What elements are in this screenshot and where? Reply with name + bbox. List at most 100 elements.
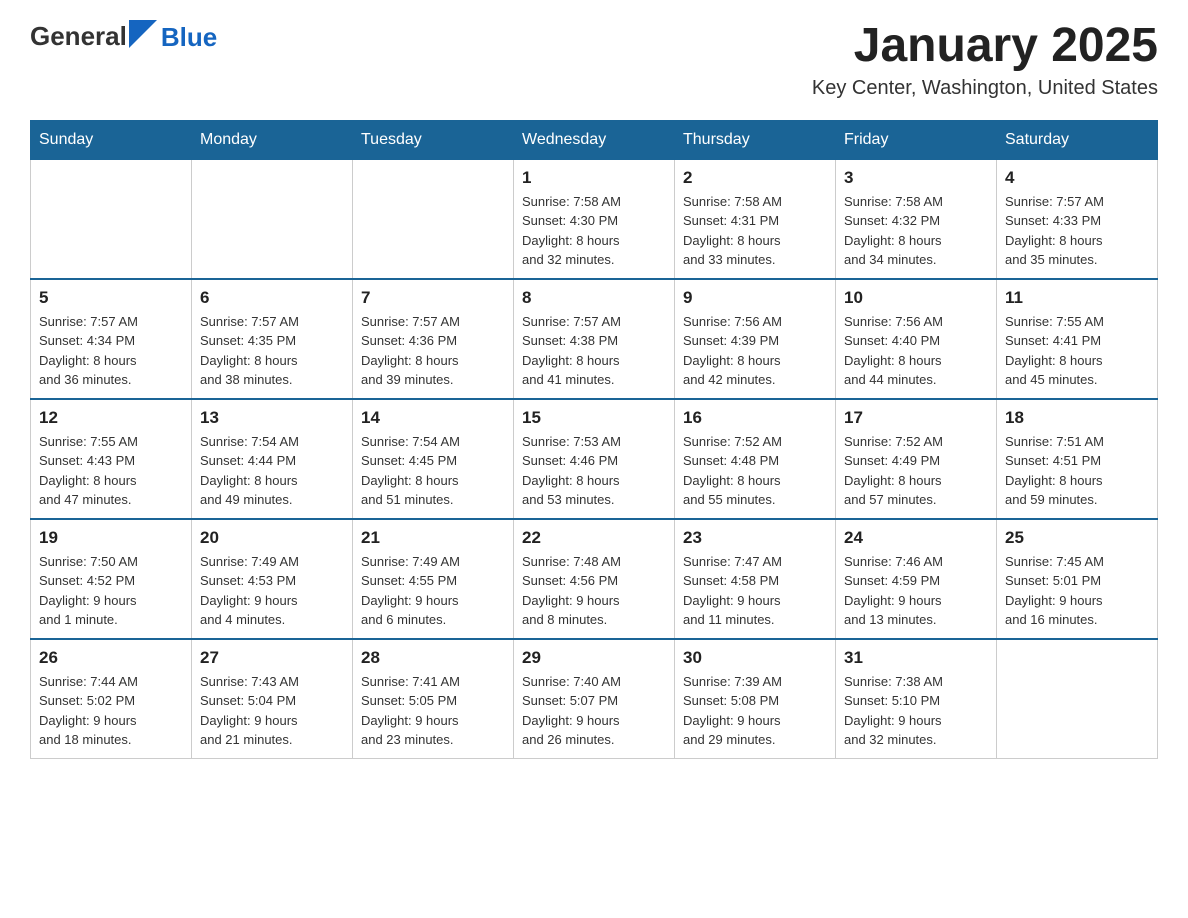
day-info: Sunrise: 7:48 AM Sunset: 4:56 PM Dayligh… xyxy=(522,552,666,630)
logo-triangle-icon xyxy=(129,20,157,48)
calendar-cell: 28 Sunrise: 7:41 AM Sunset: 5:05 PM Dayli… xyxy=(353,639,514,759)
day-number: 6 xyxy=(200,288,344,308)
calendar-cell: 31 Sunrise: 7:38 AM Sunset: 5:10 PM Dayli… xyxy=(836,639,997,759)
month-title: January 2025 xyxy=(812,20,1158,73)
calendar-cell: 3 Sunrise: 7:58 AM Sunset: 4:32 PM Daylig… xyxy=(836,159,997,279)
day-number: 4 xyxy=(1005,168,1149,188)
day-info: Sunrise: 7:40 AM Sunset: 5:07 PM Dayligh… xyxy=(522,672,666,750)
calendar-day-header: Sunday xyxy=(31,120,192,159)
calendar-table: SundayMondayTuesdayWednesdayThursdayFrid… xyxy=(30,120,1158,759)
day-info: Sunrise: 7:54 AM Sunset: 4:45 PM Dayligh… xyxy=(361,432,505,510)
calendar-cell: 13Sunrise: 7:54 AM Sunset: 4:44 PM Dayli… xyxy=(192,399,353,519)
logo: General Blue xyxy=(30,20,217,53)
logo-blue-text: Blue xyxy=(161,22,217,52)
calendar-cell: 21Sunrise: 7:49 AM Sunset: 4:55 PM Dayli… xyxy=(353,519,514,639)
calendar-cell: 17 Sunrise: 7:52 AM Sunset: 4:49 PM Dayli… xyxy=(836,399,997,519)
day-info: Sunrise: 7:57 AM Sunset: 4:34 PM Dayligh… xyxy=(39,312,183,390)
calendar-cell: 30 Sunrise: 7:39 AM Sunset: 5:08 PM Dayli… xyxy=(675,639,836,759)
day-number: 12 xyxy=(39,408,183,428)
day-number: 16 xyxy=(683,408,827,428)
calendar-cell xyxy=(353,159,514,279)
day-number: 2 xyxy=(683,168,827,188)
calendar-day-header: Friday xyxy=(836,120,997,159)
calendar-cell: 15 Sunrise: 7:53 AM Sunset: 4:46 PM Dayli… xyxy=(514,399,675,519)
calendar-day-header: Tuesday xyxy=(353,120,514,159)
calendar-cell: 5Sunrise: 7:57 AM Sunset: 4:34 PM Daylig… xyxy=(31,279,192,399)
day-number: 25 xyxy=(1005,528,1149,548)
day-info: Sunrise: 7:46 AM Sunset: 4:59 PM Dayligh… xyxy=(844,552,988,630)
day-info: Sunrise: 7:49 AM Sunset: 4:53 PM Dayligh… xyxy=(200,552,344,630)
location-title: Key Center, Washington, United States xyxy=(812,77,1158,100)
day-number: 31 xyxy=(844,648,988,668)
calendar-week-row: 5Sunrise: 7:57 AM Sunset: 4:34 PM Daylig… xyxy=(31,279,1158,399)
day-info: Sunrise: 7:57 AM Sunset: 4:35 PM Dayligh… xyxy=(200,312,344,390)
day-info: Sunrise: 7:56 AM Sunset: 4:40 PM Dayligh… xyxy=(844,312,988,390)
calendar-cell: 25 Sunrise: 7:45 AM Sunset: 5:01 PM Dayli… xyxy=(997,519,1158,639)
day-info: Sunrise: 7:45 AM Sunset: 5:01 PM Dayligh… xyxy=(1005,552,1149,630)
day-number: 28 xyxy=(361,648,505,668)
day-number: 3 xyxy=(844,168,988,188)
day-number: 17 xyxy=(844,408,988,428)
day-info: Sunrise: 7:58 AM Sunset: 4:32 PM Dayligh… xyxy=(844,192,988,270)
calendar-cell: 16 Sunrise: 7:52 AM Sunset: 4:48 PM Dayli… xyxy=(675,399,836,519)
day-number: 22 xyxy=(522,528,666,548)
day-number: 9 xyxy=(683,288,827,308)
calendar-cell: 7Sunrise: 7:57 AM Sunset: 4:36 PM Daylig… xyxy=(353,279,514,399)
day-number: 19 xyxy=(39,528,183,548)
day-info: Sunrise: 7:47 AM Sunset: 4:58 PM Dayligh… xyxy=(683,552,827,630)
calendar-cell: 2Sunrise: 7:58 AM Sunset: 4:31 PM Daylig… xyxy=(675,159,836,279)
day-number: 7 xyxy=(361,288,505,308)
day-info: Sunrise: 7:58 AM Sunset: 4:30 PM Dayligh… xyxy=(522,192,666,270)
day-number: 23 xyxy=(683,528,827,548)
day-number: 20 xyxy=(200,528,344,548)
calendar-cell: 19Sunrise: 7:50 AM Sunset: 4:52 PM Dayli… xyxy=(31,519,192,639)
day-info: Sunrise: 7:57 AM Sunset: 4:33 PM Dayligh… xyxy=(1005,192,1149,270)
day-info: Sunrise: 7:53 AM Sunset: 4:46 PM Dayligh… xyxy=(522,432,666,510)
logo-general-text: General xyxy=(30,21,127,52)
calendar-cell: 6 Sunrise: 7:57 AM Sunset: 4:35 PM Daylig… xyxy=(192,279,353,399)
day-number: 27 xyxy=(200,648,344,668)
calendar-cell: 8 Sunrise: 7:57 AM Sunset: 4:38 PM Daylig… xyxy=(514,279,675,399)
calendar-week-row: 1 Sunrise: 7:58 AM Sunset: 4:30 PM Daylig… xyxy=(31,159,1158,279)
day-info: Sunrise: 7:41 AM Sunset: 5:05 PM Dayligh… xyxy=(361,672,505,750)
calendar-day-header: Monday xyxy=(192,120,353,159)
day-number: 8 xyxy=(522,288,666,308)
day-info: Sunrise: 7:38 AM Sunset: 5:10 PM Dayligh… xyxy=(844,672,988,750)
day-number: 11 xyxy=(1005,288,1149,308)
day-info: Sunrise: 7:52 AM Sunset: 4:48 PM Dayligh… xyxy=(683,432,827,510)
day-info: Sunrise: 7:49 AM Sunset: 4:55 PM Dayligh… xyxy=(361,552,505,630)
day-info: Sunrise: 7:51 AM Sunset: 4:51 PM Dayligh… xyxy=(1005,432,1149,510)
calendar-cell: 29 Sunrise: 7:40 AM Sunset: 5:07 PM Dayli… xyxy=(514,639,675,759)
calendar-week-row: 12Sunrise: 7:55 AM Sunset: 4:43 PM Dayli… xyxy=(31,399,1158,519)
day-info: Sunrise: 7:39 AM Sunset: 5:08 PM Dayligh… xyxy=(683,672,827,750)
title-area: January 2025 Key Center, Washington, Uni… xyxy=(812,20,1158,100)
calendar-cell: 26Sunrise: 7:44 AM Sunset: 5:02 PM Dayli… xyxy=(31,639,192,759)
calendar-cell: 9 Sunrise: 7:56 AM Sunset: 4:39 PM Daylig… xyxy=(675,279,836,399)
calendar-cell: 11 Sunrise: 7:55 AM Sunset: 4:41 PM Dayli… xyxy=(997,279,1158,399)
day-info: Sunrise: 7:43 AM Sunset: 5:04 PM Dayligh… xyxy=(200,672,344,750)
calendar-cell xyxy=(31,159,192,279)
day-info: Sunrise: 7:44 AM Sunset: 5:02 PM Dayligh… xyxy=(39,672,183,750)
day-number: 18 xyxy=(1005,408,1149,428)
calendar-cell: 20 Sunrise: 7:49 AM Sunset: 4:53 PM Dayli… xyxy=(192,519,353,639)
day-number: 1 xyxy=(522,168,666,188)
day-number: 14 xyxy=(361,408,505,428)
calendar-cell: 14 Sunrise: 7:54 AM Sunset: 4:45 PM Dayli… xyxy=(353,399,514,519)
day-number: 15 xyxy=(522,408,666,428)
calendar-cell: 23 Sunrise: 7:47 AM Sunset: 4:58 PM Dayli… xyxy=(675,519,836,639)
day-info: Sunrise: 7:57 AM Sunset: 4:38 PM Dayligh… xyxy=(522,312,666,390)
calendar-header-row: SundayMondayTuesdayWednesdayThursdayFrid… xyxy=(31,120,1158,159)
day-number: 29 xyxy=(522,648,666,668)
day-info: Sunrise: 7:56 AM Sunset: 4:39 PM Dayligh… xyxy=(683,312,827,390)
calendar-cell xyxy=(997,639,1158,759)
day-info: Sunrise: 7:52 AM Sunset: 4:49 PM Dayligh… xyxy=(844,432,988,510)
day-number: 30 xyxy=(683,648,827,668)
calendar-cell: 22 Sunrise: 7:48 AM Sunset: 4:56 PM Dayli… xyxy=(514,519,675,639)
day-number: 24 xyxy=(844,528,988,548)
day-number: 13 xyxy=(200,408,344,428)
calendar-cell: 10Sunrise: 7:56 AM Sunset: 4:40 PM Dayli… xyxy=(836,279,997,399)
calendar-cell: 24 Sunrise: 7:46 AM Sunset: 4:59 PM Dayli… xyxy=(836,519,997,639)
page-header: General Blue January 2025 Key Center, Wa… xyxy=(30,20,1158,100)
calendar-cell: 27 Sunrise: 7:43 AM Sunset: 5:04 PM Dayli… xyxy=(192,639,353,759)
day-info: Sunrise: 7:55 AM Sunset: 4:41 PM Dayligh… xyxy=(1005,312,1149,390)
